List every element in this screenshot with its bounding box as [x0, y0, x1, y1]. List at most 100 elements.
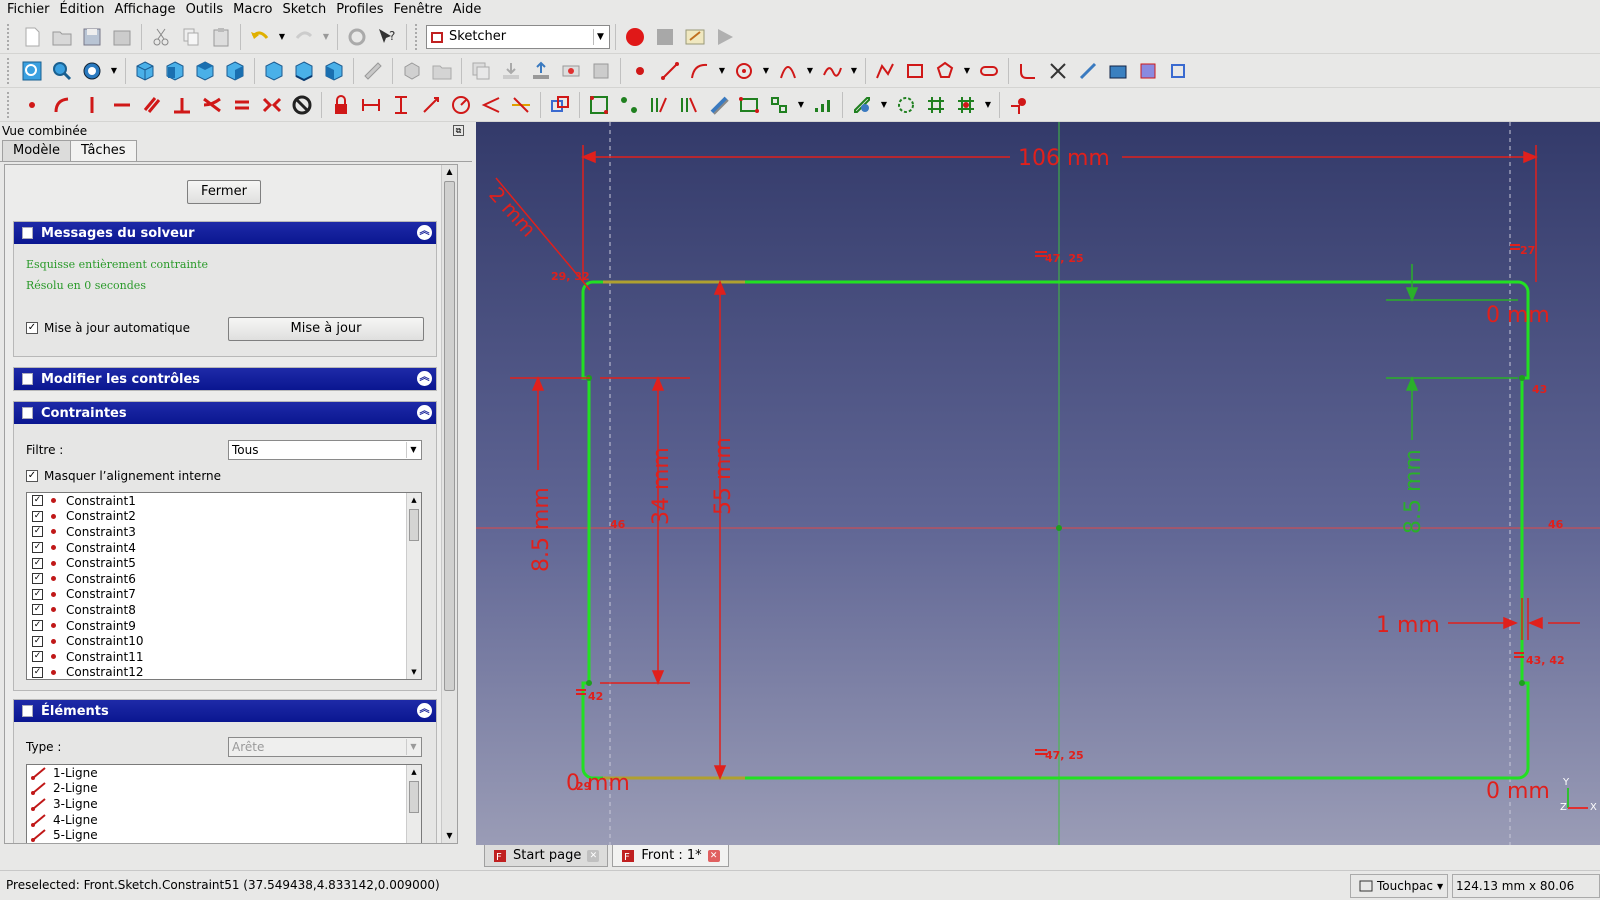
front-view-icon[interactable] [161, 57, 189, 85]
tab-tasks[interactable]: Tâches [70, 140, 137, 161]
list-item[interactable]: ✓ Constraint3 [27, 524, 421, 540]
select-conflicting-icon[interactable] [735, 91, 763, 119]
sketch-bspline-icon[interactable] [818, 57, 846, 85]
sketch-polygon-icon[interactable] [931, 57, 959, 85]
show-hide-geometry-icon[interactable] [848, 91, 876, 119]
constraints-scrollbar[interactable]: ▲ ▼ [406, 493, 421, 679]
constraint-checkbox[interactable]: ✓ [32, 635, 43, 647]
menu-affichage[interactable]: Affichage [109, 1, 180, 19]
select-origin-icon[interactable] [615, 91, 643, 119]
record-macro-icon[interactable] [621, 23, 649, 51]
constraint-checkbox[interactable]: ✓ [32, 542, 43, 554]
sketch-conic-icon[interactable] [774, 57, 802, 85]
menu-outils[interactable]: Outils [181, 1, 229, 19]
sketch-origin[interactable] [1056, 525, 1062, 531]
draw-style-dropdown-icon[interactable]: ▼ [108, 57, 120, 85]
arc-dropdown-icon[interactable]: ▼ [716, 57, 728, 85]
type-select[interactable]: Arête ▼ [228, 737, 422, 757]
list-item[interactable]: ✓ Constraint8 [27, 602, 421, 618]
navigation-style-button[interactable]: Touchpac ▼ [1350, 874, 1448, 898]
restore-constraints-icon[interactable] [892, 91, 920, 119]
constraint-checkbox[interactable]: ✓ [32, 557, 43, 569]
toolbar-grip[interactable] [415, 23, 421, 50]
close-icon[interactable]: ✕ [587, 849, 600, 862]
constraint-checkbox[interactable]: ✓ [32, 573, 43, 585]
sketcher-settings-icon[interactable] [1005, 91, 1033, 119]
list-item[interactable]: ✓ Constraint9 [27, 618, 421, 634]
scroll-thumb[interactable] [409, 509, 419, 541]
constraint-checkbox[interactable]: ✓ [32, 510, 43, 522]
scroll-up-icon[interactable]: ▲ [407, 765, 421, 779]
select-elements-icon[interactable] [765, 91, 793, 119]
dimension-2[interactable]: 2 mm [484, 182, 541, 241]
list-item[interactable]: ✓ Constraint10 [27, 633, 421, 649]
snap-dropdown-icon[interactable]: ▼ [982, 91, 994, 119]
cut-icon[interactable] [147, 23, 175, 51]
print-preview-icon[interactable] [587, 57, 615, 85]
list-item[interactable]: 1-Ligne [27, 765, 421, 781]
import-icon[interactable] [497, 57, 525, 85]
select-vertical-axis-icon[interactable] [645, 91, 673, 119]
fit-all-icon[interactable] [18, 57, 46, 85]
constraint-label[interactable]: 29, 32 [551, 270, 590, 283]
scroll-thumb[interactable] [409, 781, 419, 813]
sketch-geometry[interactable] [581, 280, 1530, 780]
task-panel-scrollbar[interactable]: ▲ ▼ [441, 165, 457, 843]
constraints-header[interactable]: Contraintes ︽ [14, 402, 436, 424]
collapse-icon[interactable]: ︽ [417, 703, 432, 718]
sketch-external-icon[interactable] [1104, 57, 1132, 85]
constrain-horizontal-distance-icon[interactable] [357, 91, 385, 119]
dimension-106[interactable]: 106 mm [1018, 146, 1110, 171]
select-elements-dropdown-icon[interactable]: ▼ [795, 91, 807, 119]
constrain-vertical-distance-icon[interactable] [387, 91, 415, 119]
sketch-vertex[interactable] [1519, 375, 1525, 381]
scroll-down-icon[interactable]: ▼ [442, 829, 457, 843]
edit-controls-header[interactable]: Modifier les contrôles ︽ [14, 368, 436, 390]
constrain-radius-icon[interactable] [447, 91, 475, 119]
rear-view-icon[interactable] [260, 57, 288, 85]
save-icon[interactable] [78, 23, 106, 51]
paste-icon[interactable] [207, 23, 235, 51]
dimension-8-5-right[interactable]: 8.5 mm [1401, 449, 1426, 534]
grid-icon[interactable] [922, 91, 950, 119]
dimension-8-5-left[interactable]: 8.5 mm [529, 487, 554, 572]
constraint-checkbox[interactable]: ✓ [32, 604, 43, 616]
sketch-arc-icon[interactable] [686, 57, 714, 85]
polygon-dropdown-icon[interactable]: ▼ [961, 57, 973, 85]
toolbar-grip[interactable] [7, 23, 13, 50]
scroll-thumb[interactable] [444, 181, 455, 691]
elements-header[interactable]: Éléments ︽ [14, 700, 436, 722]
list-item[interactable]: ✓ Constraint5 [27, 555, 421, 571]
close-button[interactable]: Fermer [187, 180, 261, 204]
scroll-up-icon[interactable]: ▲ [407, 493, 421, 507]
dimension-34[interactable]: 34 mm [649, 447, 674, 525]
equal-label[interactable]: 47, 25 [1045, 252, 1084, 265]
rectangular-array-icon[interactable] [809, 91, 837, 119]
dimension-0-top-right[interactable]: 0 mm [1486, 303, 1550, 328]
sketch-circle-icon[interactable] [730, 57, 758, 85]
isometric-view-icon[interactable] [131, 57, 159, 85]
constrain-horizontal-icon[interactable] [108, 91, 136, 119]
constrain-coincident-icon[interactable] [18, 91, 46, 119]
measure-icon[interactable] [359, 57, 387, 85]
collapse-icon[interactable]: ︽ [417, 371, 432, 386]
filter-select[interactable]: Tous ▼ [228, 440, 422, 460]
list-item[interactable]: 3-Ligne [27, 796, 421, 812]
menu-aide[interactable]: Aide [448, 1, 487, 19]
list-item[interactable]: ✓ Constraint6 [27, 571, 421, 587]
equal-label[interactable]: 47, 25 [1045, 749, 1084, 762]
constrain-equal-icon[interactable] [228, 91, 256, 119]
list-item[interactable]: ✓ Constraint1 [27, 493, 421, 509]
sketch-polyline-icon[interactable] [871, 57, 899, 85]
fit-selection-icon[interactable] [48, 57, 76, 85]
undo-icon[interactable] [246, 23, 274, 51]
redo-dropdown-icon[interactable]: ▼ [320, 23, 332, 51]
sketch-slot-icon[interactable] [975, 57, 1003, 85]
menu-profiles[interactable]: Profiles [331, 1, 388, 19]
collapse-icon[interactable]: ︽ [417, 225, 432, 240]
conic-dropdown-icon[interactable]: ▼ [804, 57, 816, 85]
constraint-label[interactable]: 27 [1520, 244, 1535, 257]
sketch-vertex[interactable] [586, 680, 592, 686]
undock-icon[interactable]: ⧉ [453, 125, 464, 136]
list-item[interactable]: ✓ Constraint11 [27, 649, 421, 665]
